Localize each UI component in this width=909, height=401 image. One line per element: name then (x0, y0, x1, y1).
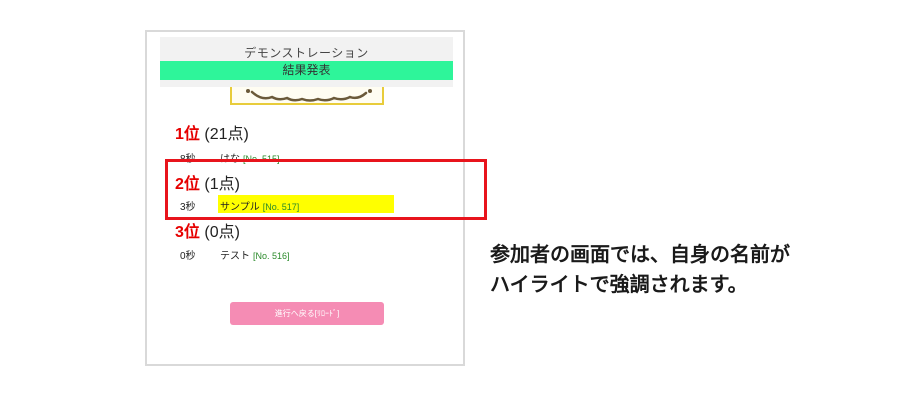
entry-number: [No. 516] (253, 251, 290, 261)
callout-highlight-box (165, 159, 487, 220)
decorative-banner (230, 87, 384, 105)
rank-score: (0点) (204, 224, 240, 241)
caption-line-1: 参加者の画面では、自身の名前が (490, 242, 790, 266)
screen-header: デモンストレーション 結果発表 (160, 37, 453, 87)
entry-name: テスト (220, 251, 250, 262)
rank-heading-1: 1位 (21点) (175, 120, 249, 144)
result-announcement-bar: 結果発表 (160, 61, 453, 80)
entry-time: 0秒 (180, 251, 196, 262)
rank-heading-3: 3位 (0点) (175, 218, 240, 242)
rank-score: (21点) (204, 126, 249, 143)
ornament-icon (246, 89, 372, 102)
rank-place: 3位 (175, 224, 200, 241)
reload-button[interactable]: 進行へ戻る[ﾘﾛｰﾄﾞ] (230, 302, 384, 325)
rank-place: 1位 (175, 126, 200, 143)
explanation-caption: 参加者の画面では、自身の名前が ハイライトで強調されます。 (490, 239, 890, 299)
list-item: 0秒 テスト [No. 516] (180, 247, 290, 262)
session-title: デモンストレーション (244, 46, 369, 60)
caption-line-2: ハイライトで強調されます。 (490, 272, 748, 296)
